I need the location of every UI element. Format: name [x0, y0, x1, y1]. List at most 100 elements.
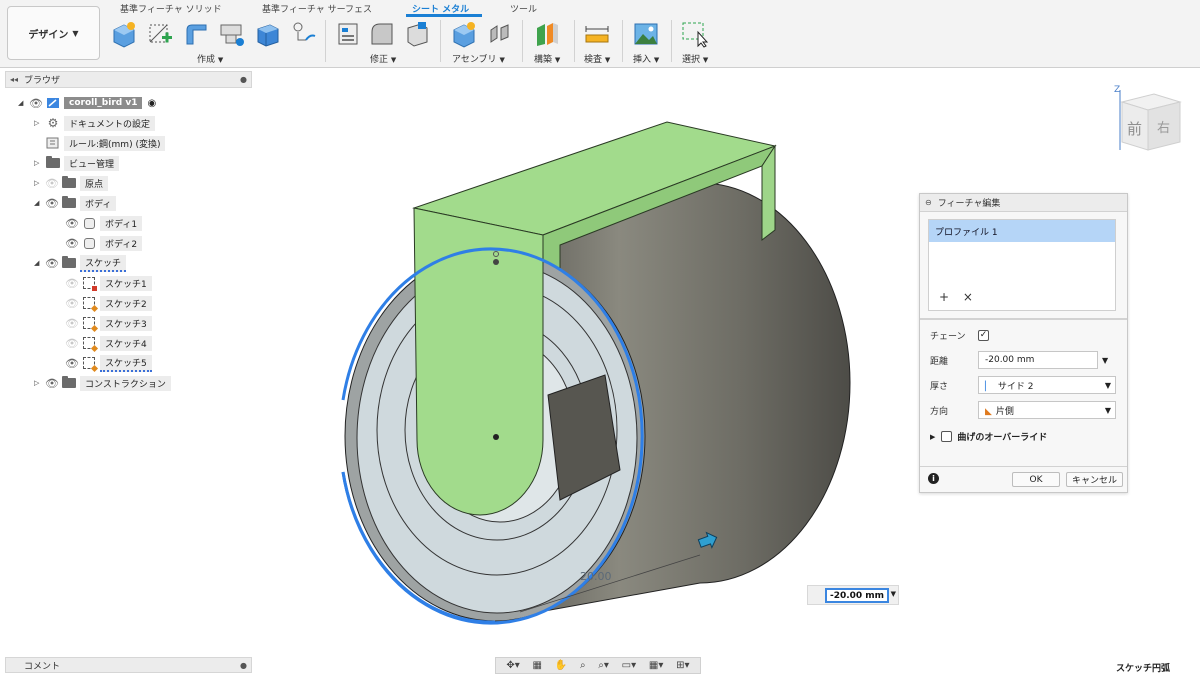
tree-item-body2[interactable]: 👁 ボディ2 [64, 234, 143, 252]
visibility-eye-icon[interactable]: 👁 [44, 197, 60, 210]
visibility-eye-icon[interactable]: 👁 [64, 237, 80, 250]
add-icon[interactable]: + [939, 290, 949, 304]
new-component-icon[interactable] [110, 20, 138, 48]
distance-dropdown-icon[interactable]: ▼ [1102, 356, 1108, 365]
offset-plane-icon[interactable] [533, 20, 561, 48]
visibility-eye-icon[interactable]: 👁 [64, 357, 80, 370]
tree-item-sketch2[interactable]: 👁 スケッチ2 [64, 294, 152, 312]
visibility-eye-icon[interactable]: 👁 [64, 217, 80, 230]
one-side-icon: ◣ [985, 406, 992, 417]
bend-override-row[interactable]: ▶ 曲げのオーバーライド [930, 430, 1047, 443]
fillet-icon[interactable] [368, 20, 396, 48]
add-comment-icon[interactable]: ● [240, 661, 247, 670]
distance-input[interactable]: -20.00 mm [978, 351, 1098, 369]
orbit-icon[interactable]: ✥▾ [506, 660, 519, 671]
visibility-eye-icon[interactable]: 👁 [64, 337, 80, 350]
tree-item-sketch3[interactable]: 👁 スケッチ3 [64, 314, 152, 332]
viewcube[interactable]: Z 前 右 [1108, 80, 1188, 160]
select-icon[interactable] [681, 20, 709, 48]
profile-selection-list[interactable]: プロファイル 1 + × [928, 219, 1116, 311]
workspace-switcher-button[interactable]: デザイン ▼ [7, 6, 100, 60]
press-pull-icon[interactable] [334, 20, 362, 48]
bend-override-checkbox[interactable] [941, 431, 953, 442]
look-at-icon[interactable]: ▦ [533, 660, 542, 671]
visibility-eye-icon[interactable]: 👁 [44, 257, 60, 270]
grid-settings-icon[interactable]: ▦▾ [649, 660, 663, 671]
expand-triangle-icon[interactable]: ▷ [34, 159, 44, 167]
visibility-eye-icon[interactable]: 👁 [64, 277, 80, 290]
visibility-eye-icon[interactable]: 👁 [44, 177, 60, 190]
ok-button[interactable]: OK [1012, 472, 1060, 487]
unfold-icon[interactable] [218, 20, 246, 48]
new-component-assembly-icon[interactable] [450, 20, 478, 48]
cancel-button[interactable]: キャンセル [1066, 472, 1123, 487]
dialog-header[interactable]: ⊖ フィーチャ編集 [920, 194, 1127, 212]
direction-select[interactable]: ◣ 片側 ▼ [978, 401, 1116, 419]
expand-triangle-icon[interactable]: ◢ [34, 259, 44, 267]
measure-icon[interactable] [583, 20, 611, 48]
visibility-eye-icon[interactable]: 👁 [64, 297, 80, 310]
arc-end-point[interactable] [493, 259, 499, 265]
display-settings-icon[interactable]: ▭▾ [622, 660, 636, 671]
tree-item-construction[interactable]: ▷ 👁 コンストラクション [34, 374, 171, 392]
expand-triangle-icon[interactable]: ▷ [34, 119, 44, 127]
info-icon[interactable]: i [928, 473, 939, 484]
convert-icon[interactable] [290, 20, 318, 48]
collapse-panel-icon[interactable]: ◂◂ [10, 75, 18, 84]
assemble-group-label[interactable]: アセンブリ ▼ [452, 52, 505, 65]
box-icon[interactable] [254, 20, 282, 48]
center-point[interactable] [493, 434, 499, 440]
chevron-down-icon[interactable]: ▼ [891, 590, 896, 598]
inspect-group-label[interactable]: 検査 ▼ [584, 52, 610, 65]
create-sketch-icon[interactable] [146, 20, 174, 48]
tab-solid[interactable]: 基準フィーチャ ソリッド [120, 2, 222, 15]
viewports-icon[interactable]: ⊞▾ [676, 660, 689, 671]
remove-icon[interactable]: × [963, 290, 973, 304]
tab-tools[interactable]: ツール [510, 2, 537, 15]
collapse-dialog-icon[interactable]: ⊖ [925, 198, 932, 207]
dialog-divider [920, 318, 1127, 320]
insert-image-icon[interactable] [632, 20, 660, 48]
tree-item-bodies[interactable]: ◢ 👁 ボディ [34, 194, 117, 212]
dimension-label[interactable]: 20.00 [580, 570, 612, 583]
thickness-select[interactable]: ▏ サイド 2 ▼ [978, 376, 1116, 394]
tree-item-sketch4[interactable]: 👁 スケッチ4 [64, 334, 152, 352]
visibility-eye-icon[interactable]: 👁 [44, 377, 60, 390]
tab-surface[interactable]: 基準フィーチャ サーフェス [262, 2, 372, 15]
expand-triangle-icon[interactable]: ▶ [930, 433, 935, 441]
tree-item-sketch1[interactable]: 👁 スケッチ1 [64, 274, 152, 292]
select-group-label[interactable]: 選択 ▼ [682, 52, 708, 65]
pin-icon[interactable]: ● [240, 75, 247, 84]
joint-icon[interactable] [486, 20, 514, 48]
zoom-icon[interactable]: ⌕ [580, 660, 586, 671]
viewport-model[interactable]: 20.00 [330, 115, 870, 635]
tree-item-sketch5[interactable]: 👁 スケッチ5 [64, 354, 152, 372]
tree-item-document-settings[interactable]: ▷ ⚙ ドキュメントの設定 [34, 114, 156, 132]
visibility-eye-icon[interactable]: 👁 [64, 317, 80, 330]
fit-icon[interactable]: ⌕▾ [598, 660, 609, 671]
tree-item-sketches[interactable]: ◢ 👁 スケッチ [34, 254, 127, 272]
activate-radio-icon[interactable]: ◉ [147, 98, 156, 109]
comment-panel-header[interactable]: コメント ● [5, 657, 252, 673]
tree-item-rule[interactable]: ルール:鋼(mm) (変換) [44, 134, 166, 152]
expand-triangle-icon[interactable]: ◢ [34, 199, 44, 207]
toolbar-divider [522, 20, 523, 62]
expand-triangle-icon[interactable]: ▷ [34, 179, 44, 187]
pan-icon[interactable]: ✋ [555, 660, 567, 671]
flange-icon[interactable] [182, 20, 210, 48]
expand-triangle-icon[interactable]: ◢ [18, 99, 28, 107]
tree-item-body1[interactable]: 👁 ボディ1 [64, 214, 143, 232]
shell-icon[interactable] [403, 20, 431, 48]
construct-group-label[interactable]: 構築 ▼ [534, 52, 560, 65]
create-group-label[interactable]: 作成 ▼ [197, 52, 223, 65]
tree-root[interactable]: ◢ 👁 coroll_bird v1 ◉ [18, 94, 156, 112]
list-item[interactable]: プロファイル 1 [929, 220, 1115, 242]
dimension-input[interactable]: -20.00 mm [825, 588, 889, 603]
tree-item-origin[interactable]: ▷ 👁 原点 [34, 174, 109, 192]
visibility-eye-icon[interactable]: 👁 [28, 97, 44, 110]
modify-group-label[interactable]: 修正 ▼ [370, 52, 396, 65]
chain-checkbox[interactable]: ✓ [978, 329, 989, 341]
insert-group-label[interactable]: 挿入 ▼ [633, 52, 659, 65]
expand-triangle-icon[interactable]: ▷ [34, 379, 44, 387]
tree-item-view-management[interactable]: ▷ ビュー管理 [34, 154, 120, 172]
